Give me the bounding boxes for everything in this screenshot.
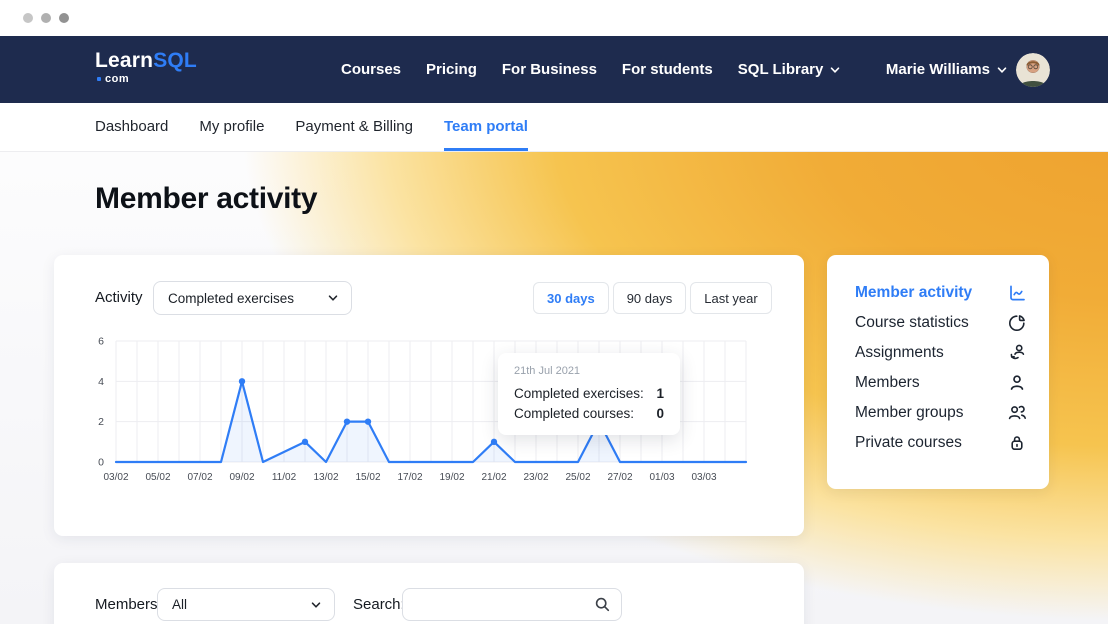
search-icon[interactable]	[594, 596, 611, 613]
x-tick-label: 03/03	[691, 472, 716, 483]
person-icon	[1007, 373, 1027, 393]
nav-item-pricing[interactable]: Pricing	[426, 61, 477, 78]
window-control-dot[interactable]	[41, 13, 51, 23]
x-tick-label: 19/02	[439, 472, 464, 483]
person-arrow-icon	[1007, 343, 1027, 363]
page-title: Member activity	[95, 182, 317, 216]
window-control-dot[interactable]	[59, 13, 69, 23]
search-field	[402, 588, 622, 621]
line-chart-icon	[1007, 283, 1027, 303]
chart-tooltip: 21th Jul 2021 Completed exercises: 1 Com…	[498, 353, 680, 435]
x-tick-label: 11/02	[272, 472, 297, 483]
learnsql-logo[interactable]: LearnSQL com	[95, 50, 197, 85]
x-tick-label: 23/02	[523, 472, 548, 483]
tooltip-row: Completed exercises: 1	[514, 384, 664, 404]
sidebar-item-member-activity[interactable]: Member activity	[827, 278, 1049, 308]
chevron-down-icon	[997, 65, 1007, 75]
y-tick-label: 2	[98, 416, 104, 428]
data-point-marker	[491, 439, 497, 445]
tab-team-portal[interactable]: Team portal	[444, 103, 528, 151]
sidebar-item-member-groups[interactable]: Member groups	[827, 398, 1049, 428]
data-point-marker	[365, 418, 371, 424]
search-input[interactable]	[402, 588, 622, 621]
nav-item-courses[interactable]: Courses	[341, 61, 401, 78]
sidebar-item-course-statistics[interactable]: Course statistics	[827, 308, 1049, 338]
sidebar-item-members[interactable]: Members	[827, 368, 1049, 398]
x-tick-label: 25/02	[565, 472, 590, 483]
y-tick-label: 6	[98, 335, 104, 347]
tab-payment-billing[interactable]: Payment & Billing	[295, 103, 413, 151]
chevron-down-icon	[830, 65, 840, 75]
x-tick-label: 07/02	[187, 472, 212, 483]
x-tick-label: 13/02	[313, 472, 338, 483]
x-tick-label: 01/03	[649, 472, 674, 483]
tab-dashboard[interactable]: Dashboard	[95, 103, 168, 151]
people-icon	[1007, 403, 1027, 423]
sidebar-item-assignments[interactable]: Assignments	[827, 338, 1049, 368]
main-nav: Courses Pricing For Business For student…	[341, 36, 840, 103]
tooltip-date: 21th Jul 2021	[514, 365, 664, 377]
data-point-marker	[344, 418, 350, 424]
lock-icon	[1007, 433, 1027, 453]
members-card: Members: All Search:	[54, 563, 804, 624]
x-tick-label: 17/02	[397, 472, 422, 483]
sidebar-item-private-courses[interactable]: Private courses	[827, 428, 1049, 458]
x-tick-label: 05/02	[145, 472, 170, 483]
data-point-marker	[302, 439, 308, 445]
pie-chart-icon	[1007, 313, 1027, 333]
user-name-menu[interactable]: Marie Williams	[886, 61, 1007, 78]
data-point-marker	[239, 378, 245, 384]
x-tick-label: 21/02	[481, 472, 506, 483]
search-label: Search:	[353, 596, 405, 613]
content-area: Member activity Activity Completed exerc…	[0, 152, 1108, 624]
members-select-value: All	[172, 597, 187, 612]
window-control-dot[interactable]	[23, 13, 33, 23]
members-label: Members:	[95, 596, 162, 613]
activity-line-chart: 0 2 4 6 03/02 05/02 07/02 09/02 11/02 13/02 15/02 1…	[54, 255, 804, 536]
activity-card: Activity Completed exercises 30 days 90 …	[54, 255, 804, 536]
tooltip-row: Completed courses: 0	[514, 404, 664, 424]
account-subnav: Dashboard My profile Payment & Billing T…	[0, 103, 1108, 152]
x-tick-label: 15/02	[355, 472, 380, 483]
logo-tld: com	[97, 73, 197, 85]
team-portal-sidebar: Member activity Course statistics Assign…	[827, 255, 1049, 489]
user-menu: Marie Williams	[886, 36, 1050, 103]
nav-item-sql-library[interactable]: SQL Library	[738, 61, 841, 78]
nav-item-for-business[interactable]: For Business	[502, 61, 597, 78]
nav-item-for-students[interactable]: For students	[622, 61, 713, 78]
logo-dot	[97, 77, 101, 81]
chevron-down-icon	[311, 600, 321, 610]
avatar[interactable]	[1016, 53, 1050, 87]
x-tick-label: 27/02	[607, 472, 632, 483]
members-select[interactable]: All	[157, 588, 335, 621]
tab-my-profile[interactable]: My profile	[199, 103, 264, 151]
y-tick-label: 0	[98, 457, 104, 469]
x-tick-label: 09/02	[229, 472, 254, 483]
top-navbar: LearnSQL com Courses Pricing For Busines…	[0, 36, 1108, 103]
page: LearnSQL com Courses Pricing For Busines…	[0, 0, 1108, 624]
y-tick-label: 4	[98, 376, 104, 388]
avatar-image	[1016, 53, 1050, 87]
logo-wordmark: LearnSQL	[95, 50, 197, 72]
x-tick-label: 03/02	[103, 472, 128, 483]
browser-chrome	[0, 0, 1108, 36]
